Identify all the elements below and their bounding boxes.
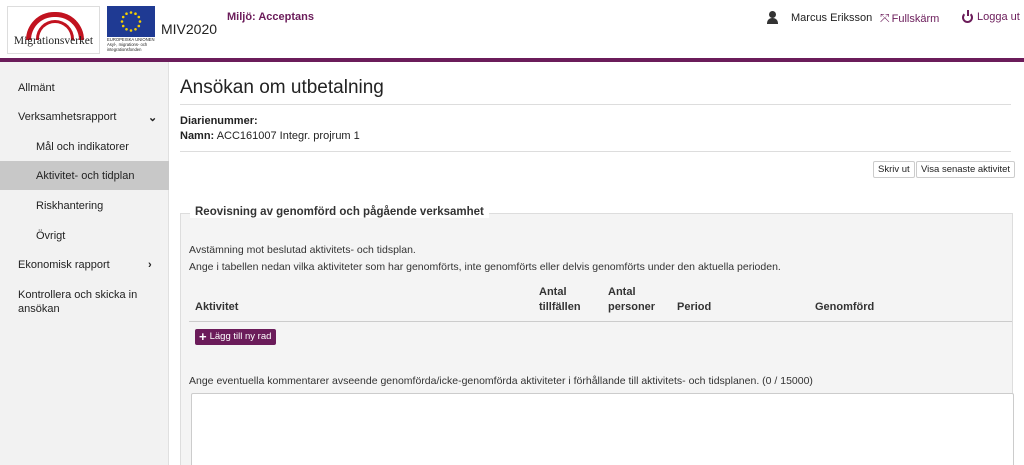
section-instructions: Ange i tabellen nedan vilka aktiviteter … [189,261,781,273]
sidebar-item-label: Kontrollera och skicka in [18,289,138,301]
print-button[interactable]: Skriv ut [873,161,915,178]
page-title: Ansökan om utbetalning [180,77,384,98]
power-icon [962,9,973,23]
sidebar: Allmänt Verksamhetsrapport ⌄ Mål och ind… [0,62,169,465]
plus-icon: + [199,329,207,344]
eu-flag-icon [107,6,155,37]
eu-logo-text: EUROPEISKA UNIONEN Asyl-, migrations- oc… [107,37,155,52]
column-header-period: Period [677,301,712,313]
column-header-line: Antal [539,286,567,298]
add-row-label: Lägg till ny rad [209,331,272,342]
sidebar-item-label: Verksamhetsrapport [18,111,117,123]
sidebar-item-kontrollera-och-skicka[interactable]: Kontrollera och skicka in ansökan [0,288,169,318]
section-description: Avstämning mot beslutad aktivitets- och … [189,244,416,256]
chevron-down-icon: ⌄ [148,111,158,124]
chevron-right-icon: › [148,259,152,271]
latest-activity-button[interactable]: Visa senaste aktivitet [916,161,1016,178]
column-header-antal-personer: Antal personer [608,285,655,315]
namn-label: Namn: [180,130,215,142]
column-header-line: tillfällen [539,301,581,313]
user-info: Marcus Eriksson [766,11,872,25]
sidebar-item-allmant[interactable]: Allmänt [0,78,169,98]
column-header-genomford: Genomförd [815,301,875,313]
sidebar-item-label: Övrigt [36,230,66,242]
section-legend: Reovisning av genomförd och pågående ver… [190,206,489,218]
sidebar-item-ekonomisk-rapport[interactable]: Ekonomisk rapport › [0,255,169,275]
sidebar-item-verksamhetsrapport[interactable]: Verksamhetsrapport ⌄ [0,107,169,127]
divider [180,104,1011,105]
diarienummer-label: Diarienummer: [180,115,258,127]
sidebar-item-label-block: Kontrollera och skicka in ansökan [0,288,137,316]
logout-button[interactable]: Logga ut [962,9,1020,23]
logo-text: Migrationsverket [13,35,94,47]
column-header-line: personer [608,301,656,313]
divider [180,151,1011,152]
sidebar-item-riskhantering[interactable]: Riskhantering [0,196,169,216]
sidebar-item-label: Riskhantering [36,200,104,212]
sidebar-item-label: Ekonomisk rapport [18,259,110,271]
sidebar-item-aktivitet-och-tidplan[interactable]: Aktivitet- och tidplan [0,161,169,190]
environment-label: Miljö: Acceptans [227,11,314,23]
logout-label: Logga ut [977,11,1020,23]
user-icon [766,11,780,25]
namn-row: Namn: ACC161007 Integr. projrum 1 [180,130,360,142]
table-header-divider [189,321,1012,322]
sidebar-item-mal-och-indikatorer[interactable]: Mål och indikatorer [0,137,169,157]
user-name: Marcus Eriksson [791,12,873,24]
sidebar-item-label: Aktivitet- och tidplan [36,169,135,182]
app-title: MIV2020 [161,21,218,37]
main-content: Ansökan om utbetalning Diarienummer: Nam… [170,62,1024,465]
column-header-line: Antal [608,286,636,298]
column-header-antal-tillfallen: Antal tillfällen [539,285,581,315]
migrationsverket-logo: Migrationsverket [7,6,100,54]
fullscreen-label: Fullskärm [891,12,940,25]
eu-logo: EUROPEISKA UNIONEN Asyl-, migrations- oc… [107,6,157,54]
sidebar-item-ovrigt[interactable]: Övrigt [0,226,169,246]
app-header: Migrationsverket EUROPEISKA UNIONEN Asyl… [0,0,1024,58]
comment-label: Ange eventuella kommentarer avseende gen… [189,375,813,387]
sidebar-item-label-line2: ansökan [18,303,60,315]
add-row-button[interactable]: + Lägg till ny rad [195,329,277,345]
sidebar-item-label: Allmänt [18,82,55,94]
fullscreen-icon: ⤧ [880,11,890,25]
column-header-aktivitet: Aktivitet [195,301,239,313]
comment-textarea[interactable] [191,393,1014,465]
namn-value: ACC161007 Integr. projrum 1 [216,130,360,142]
sidebar-item-label: Mål och indikatorer [36,141,129,153]
fullscreen-button[interactable]: ⤧ Fullskärm [880,11,939,26]
